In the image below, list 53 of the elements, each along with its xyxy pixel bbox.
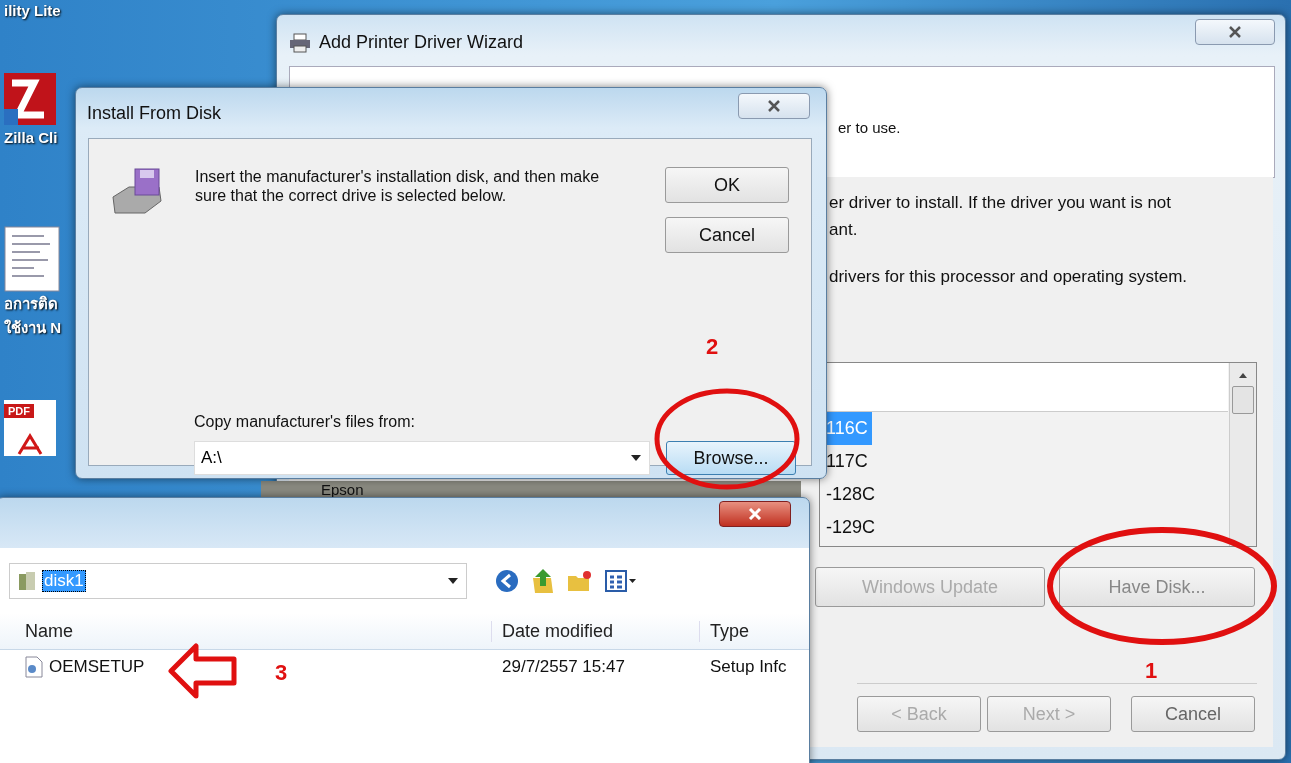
close-button[interactable] [719, 501, 791, 527]
printer-list-item[interactable]: -128C [820, 478, 880, 511]
copy-from-label: Copy manufacturer's files from: [194, 413, 416, 431]
header-subtitle: er to use. [838, 119, 901, 136]
have-disk-button[interactable]: Have Disk... [1059, 567, 1255, 607]
instruction-text: Insert the manufacturer's installation disk, and then make sure that the correct drive is selected below. [195, 167, 601, 205]
filter-text: drivers for this processor and operating system. [829, 267, 1188, 287]
desktop-icon-label[interactable]: ใช้งาน N [4, 316, 61, 340]
back-icon[interactable] [495, 569, 519, 593]
folder-icon [18, 571, 36, 591]
cancel-button[interactable]: Cancel [665, 217, 789, 253]
arrow-drawing [168, 643, 238, 699]
look-in-combo[interactable]: disk1 [9, 563, 467, 599]
instruction-text: er driver to install. If the driver you want is not [829, 192, 1172, 214]
desktop-icon-label[interactable]: Zilla Cli [4, 129, 58, 146]
instruction-text: ant. [829, 219, 859, 241]
step-number: 1 [1145, 658, 1158, 684]
scroll-up-arrow-icon[interactable] [1239, 373, 1247, 378]
printer-list-item[interactable]: -129C [820, 511, 880, 544]
up-folder-icon[interactable] [531, 568, 555, 594]
ok-button[interactable]: OK [665, 167, 789, 203]
step-number: 2 [706, 334, 719, 360]
printer-icon [289, 32, 311, 53]
pdf-file-icon[interactable]: PDF [4, 400, 56, 456]
source-path-combo[interactable]: A:\ [194, 441, 650, 475]
new-folder-icon[interactable] [567, 570, 593, 592]
file-name[interactable]: OEMSETUP [49, 657, 145, 677]
file-type-cell-text: Setup Infc [709, 657, 787, 677]
window-title: Install From Disk [87, 103, 221, 124]
disk-drive-icon [109, 167, 165, 217]
scroll-thumb[interactable] [1232, 386, 1254, 414]
wizard-nav-button[interactable]: Cancel [1131, 696, 1255, 732]
scrollbar[interactable] [1229, 363, 1256, 546]
date-modified-cell-text: 29/7/2557 15:47 [501, 657, 626, 677]
close-icon [748, 508, 762, 520]
close-button[interactable] [1195, 19, 1275, 45]
close-icon [1228, 26, 1242, 38]
close-icon [767, 100, 781, 112]
column-header[interactable]: Type [699, 620, 750, 642]
window-title: Add Printer Driver Wizard [319, 32, 524, 53]
desktop-icon-label[interactable]: ility Lite [4, 2, 61, 19]
dropdown-caret-icon [631, 455, 641, 461]
dropdown-caret-icon [448, 578, 458, 584]
view-menu-icon[interactable] [605, 570, 637, 592]
manufacturer-item[interactable]: Epson [321, 481, 364, 498]
column-header[interactable]: Name [0, 620, 491, 642]
close-button[interactable] [738, 93, 810, 119]
document-icon[interactable] [4, 226, 60, 292]
setup-file-icon [25, 656, 43, 678]
column-header[interactable]: Date modified [491, 620, 699, 642]
desktop-icon-label[interactable]: อการติด [4, 292, 58, 316]
browse-button[interactable]: Browse... [666, 441, 796, 475]
step-number: 3 [275, 660, 288, 686]
